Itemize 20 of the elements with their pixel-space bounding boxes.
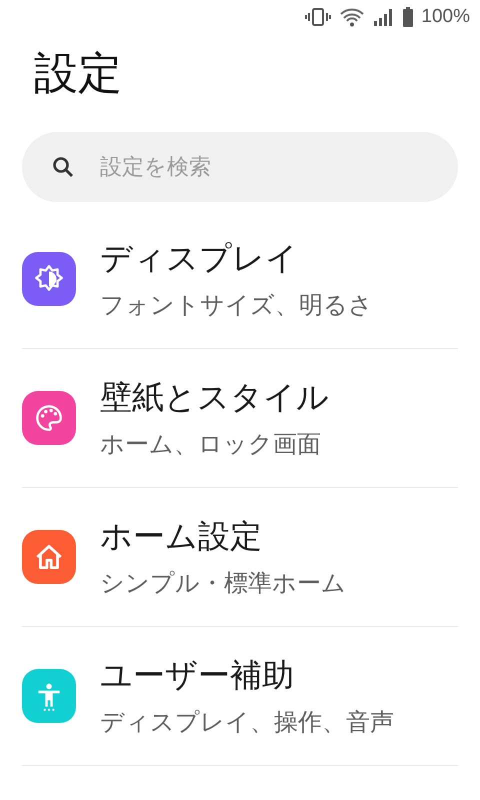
item-subtitle: シンプル・標準ホーム [100, 568, 346, 599]
wifi-icon [339, 7, 366, 27]
item-title: 壁紙とスタイル [100, 377, 329, 418]
item-subtitle: フォントサイズ、明るさ [100, 290, 373, 321]
item-title: ユーザー補助 [100, 655, 295, 696]
item-title: ディスプレイ [100, 238, 299, 279]
search-icon [52, 156, 74, 178]
battery-icon [403, 7, 414, 27]
settings-item[interactable]: ディスプレイ フォントサイズ、明るさ [22, 210, 458, 349]
item-subtitle: ディスプレイ、操作、音声 [100, 707, 394, 738]
vibrate-icon [305, 7, 332, 27]
settings-item[interactable]: ホーム設定 シンプル・標準ホーム [22, 488, 458, 627]
item-subtitle: ホーム、ロック画面 [100, 429, 322, 460]
search-field[interactable]: 設定を検索 [98, 154, 428, 180]
item-title: ホーム設定 [100, 516, 263, 557]
search-bar[interactable]: 設定を検索 [22, 132, 458, 202]
settings-item[interactable]: ユーザー補助 ディスプレイ、操作、音声 [22, 627, 458, 766]
settings-item[interactable]: 壁紙とスタイル ホーム、ロック画面 [22, 349, 458, 488]
battery-level: 100% [421, 6, 470, 28]
page-title: 設定 [33, 47, 123, 101]
